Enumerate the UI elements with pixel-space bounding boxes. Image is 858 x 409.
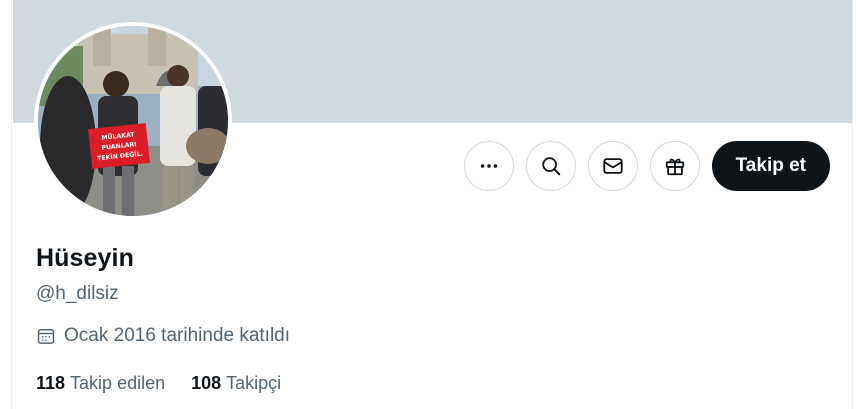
following-link[interactable]: 118 Takip edilen: [36, 373, 165, 394]
following-count: 118: [36, 373, 66, 393]
join-date: Ocak 2016 tarihinde katıldı: [36, 325, 290, 347]
message-button[interactable]: [587, 141, 638, 191]
following-label: Takip edilen: [70, 373, 166, 393]
more-button[interactable]: [463, 141, 514, 191]
more-icon: [480, 164, 497, 168]
avatar-photo: MÜLAKAT PUANLARI TEKİN DEĞİL.: [38, 26, 228, 216]
followers-label: Takipçi: [226, 373, 282, 393]
user-handle: @h_dilsiz: [36, 283, 119, 304]
gift-icon: [665, 158, 684, 176]
avatar[interactable]: MÜLAKAT PUANLARI TEKİN DEĞİL.: [34, 22, 232, 220]
left-divider: [0, 0, 12, 409]
gift-button[interactable]: [649, 141, 700, 191]
search-icon: [541, 157, 560, 176]
follow-button[interactable]: Takip et: [711, 141, 830, 191]
search-button[interactable]: [525, 141, 576, 191]
display-name: Hüseyin: [36, 244, 134, 272]
profile-actions: Takip et: [463, 141, 830, 191]
followers-count: 108: [191, 373, 222, 393]
right-divider: [852, 0, 858, 409]
calendar-icon: [37, 329, 55, 344]
mail-icon: [602, 158, 623, 174]
join-date-text: Ocak 2016 tarihinde katıldı: [64, 325, 291, 346]
profile-stats: 118 Takip edilen 108 Takipçi: [36, 373, 281, 394]
followers-link[interactable]: 108 Takipçi: [191, 373, 281, 394]
profile-page: MÜLAKAT PUANLARI TEKİN DEĞİL. Takip et H…: [0, 0, 858, 409]
